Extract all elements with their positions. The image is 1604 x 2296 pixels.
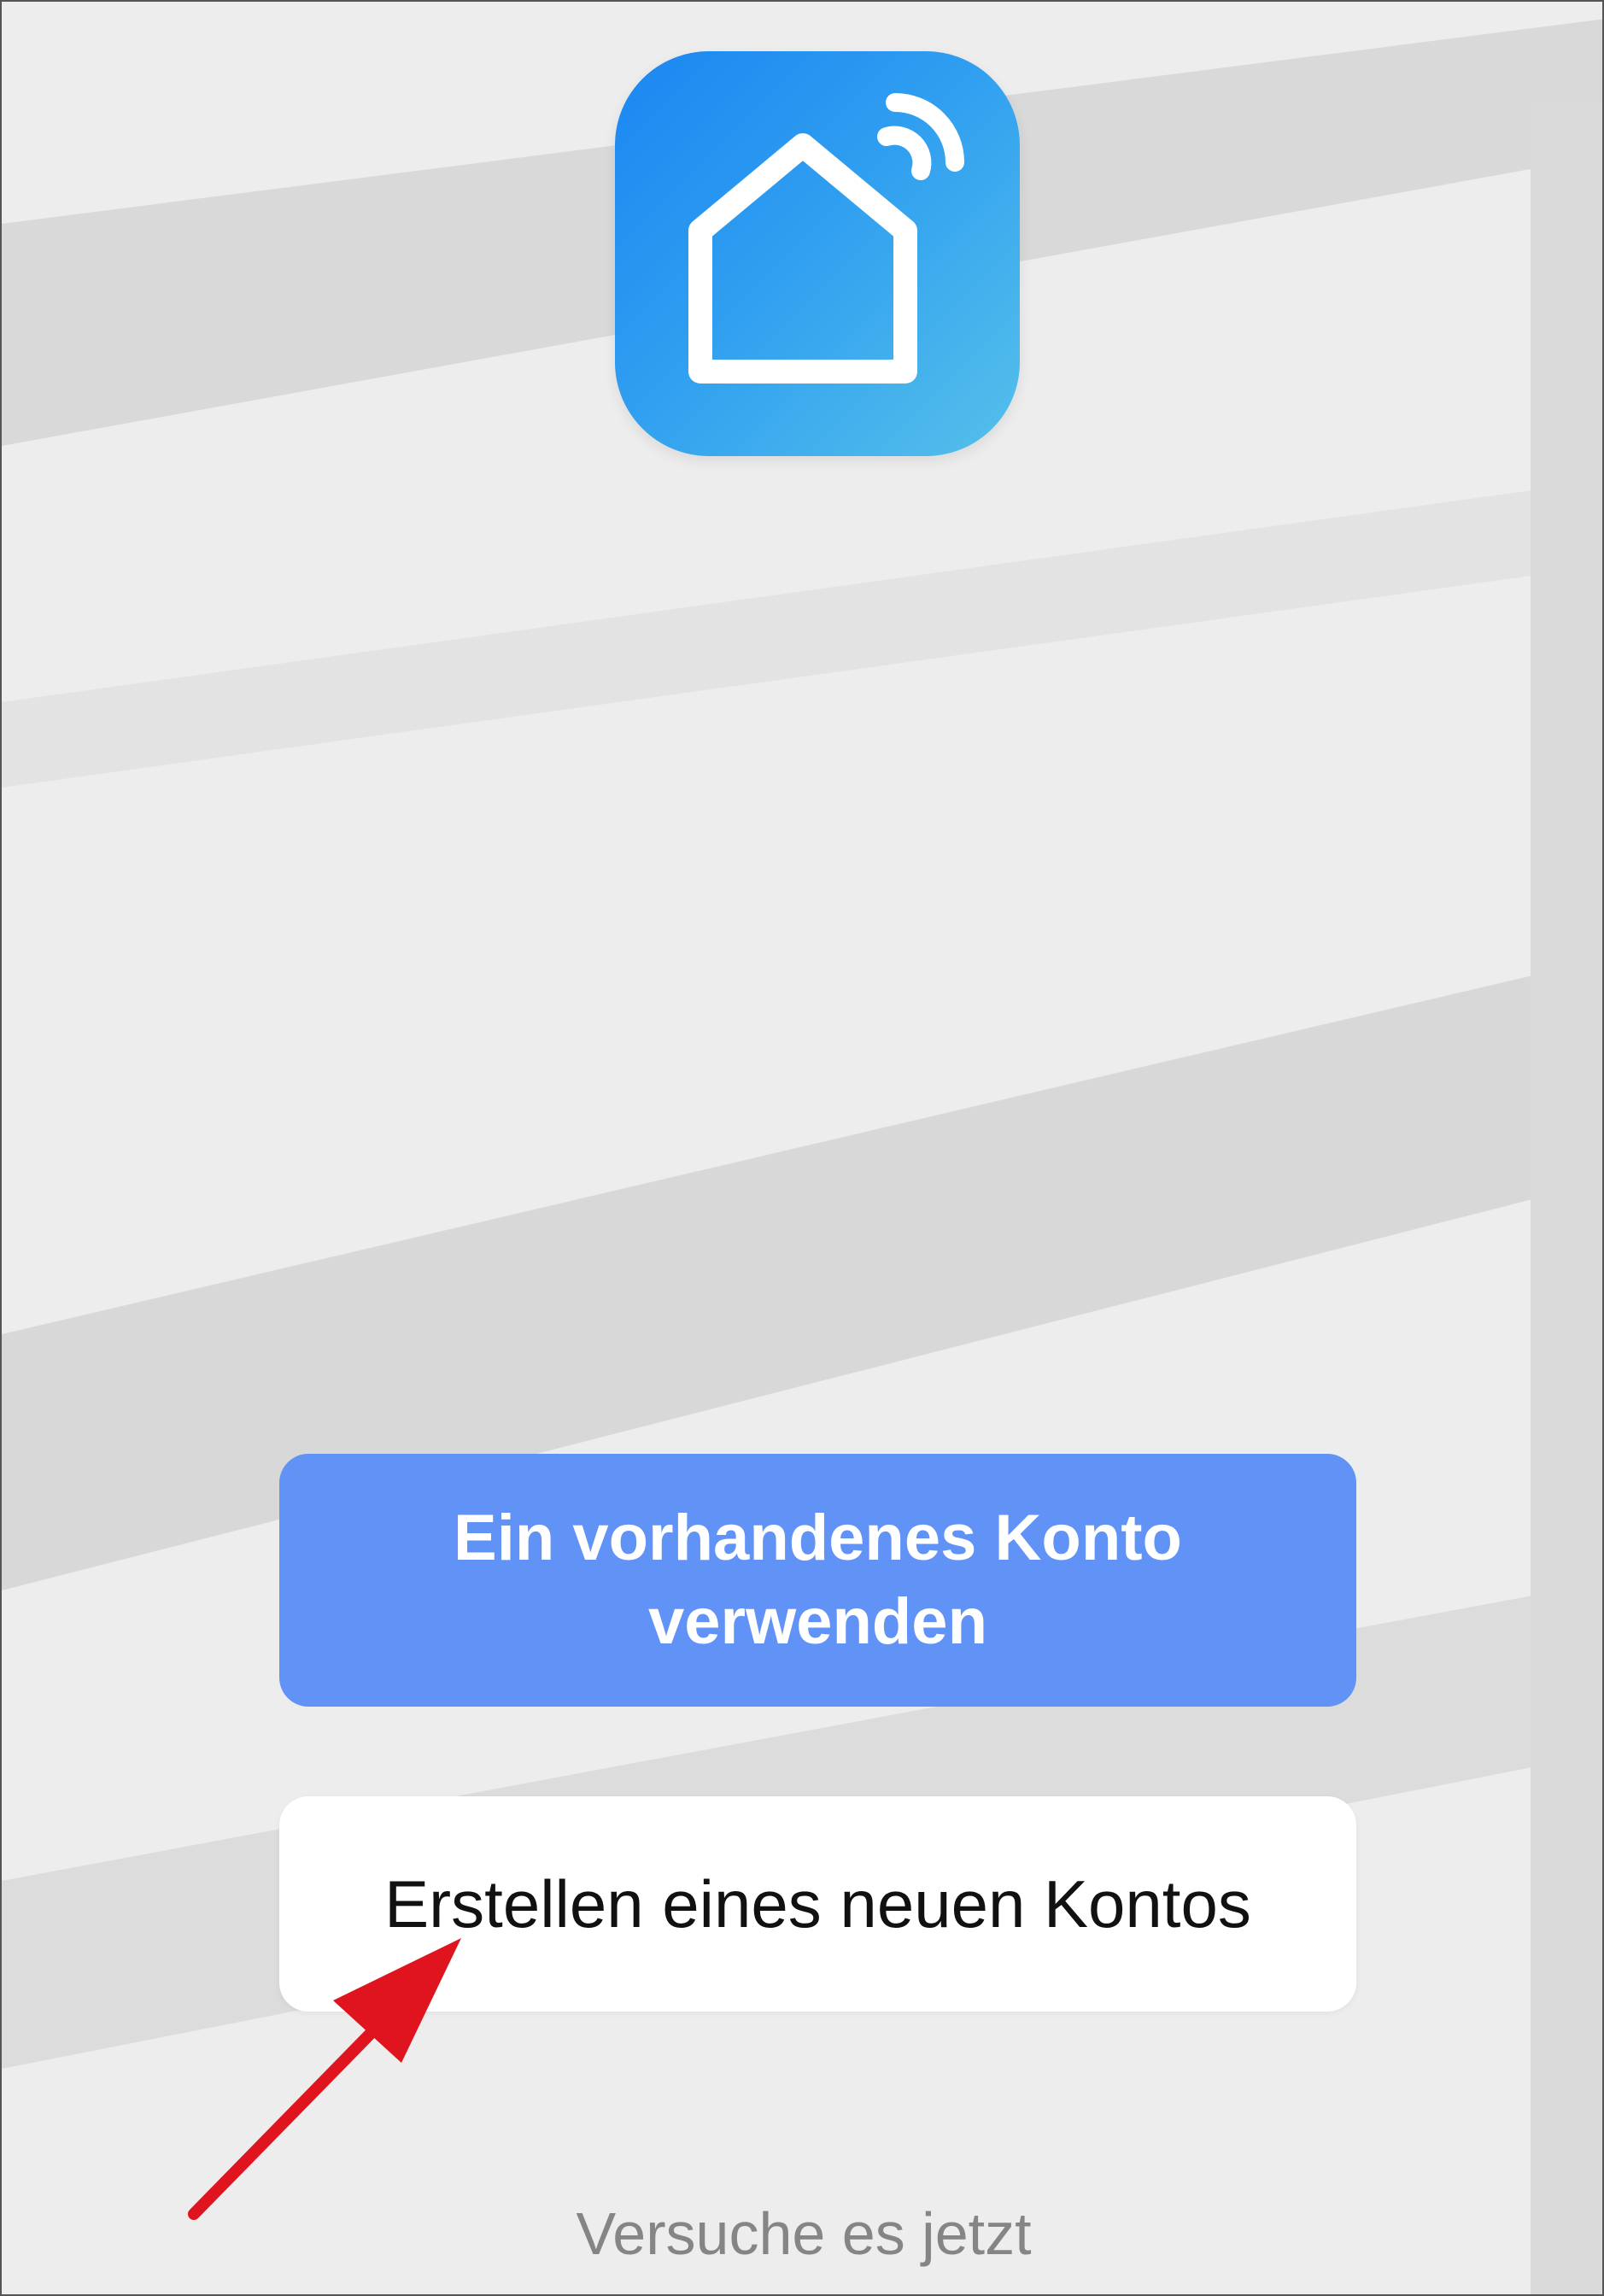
use-existing-account-label: Ein vorhandenes Konto verwenden <box>454 1502 1182 1658</box>
create-account-label: Erstellen eines neuen Kontos <box>384 1866 1251 1942</box>
house-wifi-icon <box>688 93 964 384</box>
create-account-button[interactable]: Erstellen eines neuen Kontos <box>279 1796 1356 2012</box>
app-logo-icon <box>615 51 1020 456</box>
use-existing-account-button[interactable]: Ein vorhandenes Konto verwenden <box>279 1454 1356 1707</box>
welcome-screen: Ein vorhandenes Konto verwenden Erstelle… <box>0 0 1604 2296</box>
try-now-link[interactable]: Versuche es jetzt <box>2 2195 1602 2272</box>
